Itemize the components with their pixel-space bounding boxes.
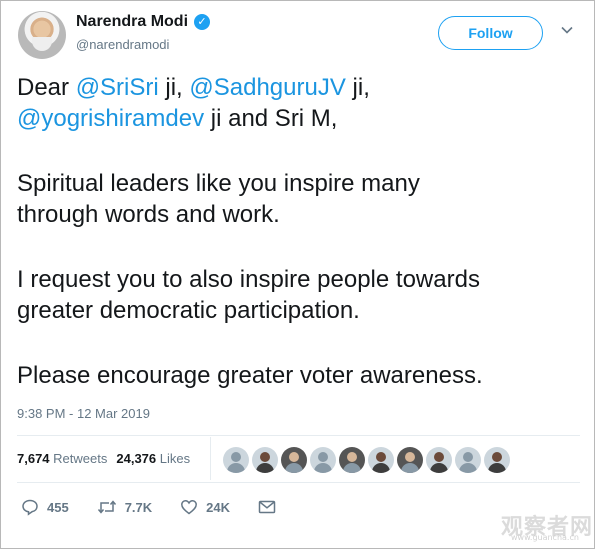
tweet-text-segment: Dear [17, 74, 76, 101]
tweet-line: Spiritual leaders like you inspire many [17, 170, 420, 197]
liker-avatar[interactable] [368, 447, 394, 473]
retweet-icon [97, 498, 117, 516]
liker-avatars [223, 447, 510, 473]
tweet-line: Dear @SriSri ji, @SadhguruJV ji, [17, 72, 577, 103]
reply-count: 455 [47, 499, 69, 515]
engagement-stats: 7,674 Retweets 24,376 Likes [17, 451, 190, 466]
mention-link-srisri[interactable]: @SriSri [76, 74, 159, 101]
liker-avatar[interactable] [252, 447, 278, 473]
tweet-line: through words and work. [17, 201, 280, 228]
reply-icon [21, 498, 39, 516]
likes-label: Likes [159, 451, 191, 466]
liker-avatar[interactable] [339, 447, 365, 473]
reply-action[interactable]: 455 [21, 498, 69, 516]
tweet-actions: 455 7.7K 24K [21, 498, 304, 516]
envelope-icon [258, 499, 276, 515]
mention-link-yogrishiramdev[interactable]: @yogrishiramdev [17, 105, 204, 132]
liker-avatar[interactable] [455, 447, 481, 473]
liker-avatar[interactable] [223, 447, 249, 473]
like-action[interactable]: 24K [180, 498, 230, 516]
retweet-action[interactable]: 7.7K [97, 498, 152, 516]
tweet-text-segment: ji, [345, 74, 370, 101]
divider [210, 437, 211, 480]
watermark-url: www.guancha.cn [511, 533, 579, 542]
tweet-line: I request you to also inspire people tow… [17, 266, 480, 293]
author-name-row[interactable]: Narendra Modi ✓ [76, 13, 211, 31]
direct-message-action[interactable] [258, 499, 276, 515]
author-handle[interactable]: @narendramodi [76, 37, 169, 52]
tweet-line: @yogrishiramdev ji and Sri M, [17, 103, 577, 134]
verified-badge-icon: ✓ [194, 14, 211, 30]
tweet-text-segment: ji, [158, 74, 190, 101]
retweet-count: 7.7K [124, 499, 153, 515]
liker-avatar[interactable] [281, 447, 307, 473]
divider [17, 482, 580, 483]
author-display-name[interactable]: Narendra Modi [76, 13, 188, 31]
retweets-label: Retweets [53, 451, 108, 466]
like-count: 24K [206, 499, 231, 515]
tweet-card: Narendra Modi ✓ @narendramodi Follow Dea… [0, 0, 595, 549]
chevron-down-icon[interactable] [560, 23, 578, 41]
liker-avatar[interactable] [484, 447, 510, 473]
tweet-timestamp[interactable]: 9:38 PM - 12 Mar 2019 [17, 406, 150, 421]
heart-icon [180, 498, 198, 516]
liker-avatar[interactable] [426, 447, 452, 473]
likes-count: 24,376 [116, 451, 157, 466]
author-avatar[interactable] [18, 11, 66, 59]
retweets-count: 7,674 [17, 451, 50, 466]
liker-avatar[interactable] [310, 447, 336, 473]
mention-link-sadhgurujv[interactable]: @SadhguruJV [189, 74, 345, 101]
tweet-line: Please encourage greater voter awareness… [17, 362, 483, 389]
tweet-text-segment: ji and Sri M, [204, 105, 338, 132]
tweet-text: Dear @SriSri ji, @SadhguruJV ji, @yogris… [17, 72, 577, 391]
retweets-stat[interactable]: 7,674 Retweets [17, 451, 107, 466]
follow-button[interactable]: Follow [438, 16, 543, 50]
liker-avatar[interactable] [397, 447, 423, 473]
likes-stat[interactable]: 24,376 Likes [116, 451, 190, 466]
divider [17, 435, 580, 436]
tweet-line: greater democratic participation. [17, 297, 360, 324]
